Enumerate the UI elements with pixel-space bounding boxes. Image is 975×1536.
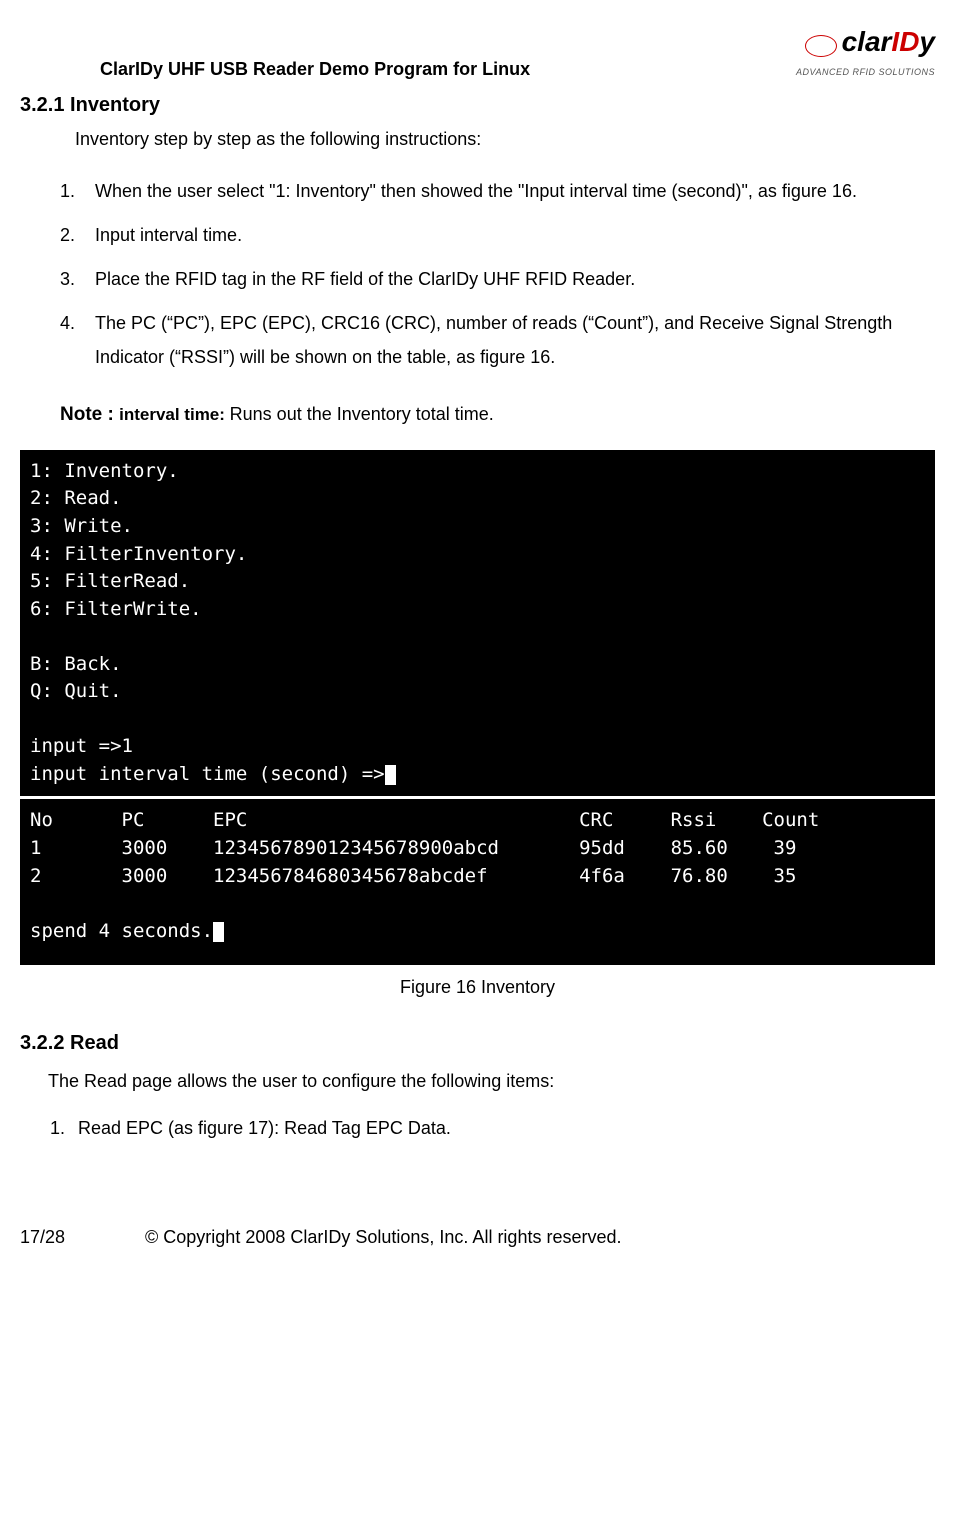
terminal-menu: 1: Inventory. 2: Read. 3: Write. 4: Filt… [20,450,935,797]
note-strong: interval time: [119,405,230,424]
logo-text-y: y [919,26,935,57]
step-item: Input interval time. [80,218,935,252]
note-label: Note : [60,404,119,425]
logo-tagline: ADVANCED RFID SOLUTIONS [796,65,935,79]
section-read-intro: The Read page allows the user to configu… [48,1067,935,1096]
document-title: ClarIDy UHF USB Reader Demo Program for … [100,55,530,84]
figure-caption: Figure 16 Inventory [20,973,935,1002]
cursor-icon [385,765,396,785]
read-steps-list: Read EPC (as figure 17): Read Tag EPC Da… [40,1114,935,1143]
terminal-row: 2 3000 123456784680345678abcdef 4f6a 76.… [30,865,796,887]
note-text: Runs out the Inventory total time. [230,404,494,424]
logo-text-id: ID [891,26,919,57]
step-item: The PC (“PC”), EPC (EPC), CRC16 (CRC), n… [80,306,935,374]
section-heading-inventory: 3.2.1 Inventory [20,89,935,121]
page-footer: 17/28 © Copyright 2008 ClarIDy Solutions… [20,1223,935,1252]
step-item: Place the RFID tag in the RF field of th… [80,262,935,296]
caption-name: Inventory [481,977,555,997]
section-heading-read: 3.2.2 Read [20,1027,935,1059]
page-header: ClarIDy UHF USB Reader Demo Program for … [20,20,935,84]
inventory-steps-list: When the user select "1: Inventory" then… [40,174,935,375]
step-item: When the user select "1: Inventory" then… [80,174,935,208]
terminal-table: No PC EPC CRC Rssi Count 1 3000 12345678… [20,799,935,953]
logo: clarIDy ADVANCED RFID SOLUTIONS [796,20,935,79]
terminal-table-header: No PC EPC CRC Rssi Count [30,809,819,831]
caption-prefix: Figure 16 [400,977,481,997]
logo-text-clar: clar [842,26,892,57]
rfid-swoosh-icon [805,35,837,57]
copyright-text: © Copyright 2008 ClarIDy Solutions, Inc.… [145,1227,621,1247]
section-intro: Inventory step by step as the following … [75,125,935,154]
cursor-icon [213,922,224,942]
terminal-row: 1 3000 123456789012345678900abcd 95dd 85… [30,837,796,859]
terminal-screenshot: 1: Inventory. 2: Read. 3: Write. 4: Filt… [20,450,935,965]
step-item: Read EPC (as figure 17): Read Tag EPC Da… [70,1114,935,1143]
note-block: Note : interval time: Runs out the Inven… [60,400,935,430]
terminal-spend: spend 4 seconds. [30,920,213,942]
page-number: 17/28 [20,1223,140,1252]
terminal-menu-text: 1: Inventory. 2: Read. 3: Write. 4: Filt… [30,460,385,785]
terminal-bottom-gap [20,953,935,965]
